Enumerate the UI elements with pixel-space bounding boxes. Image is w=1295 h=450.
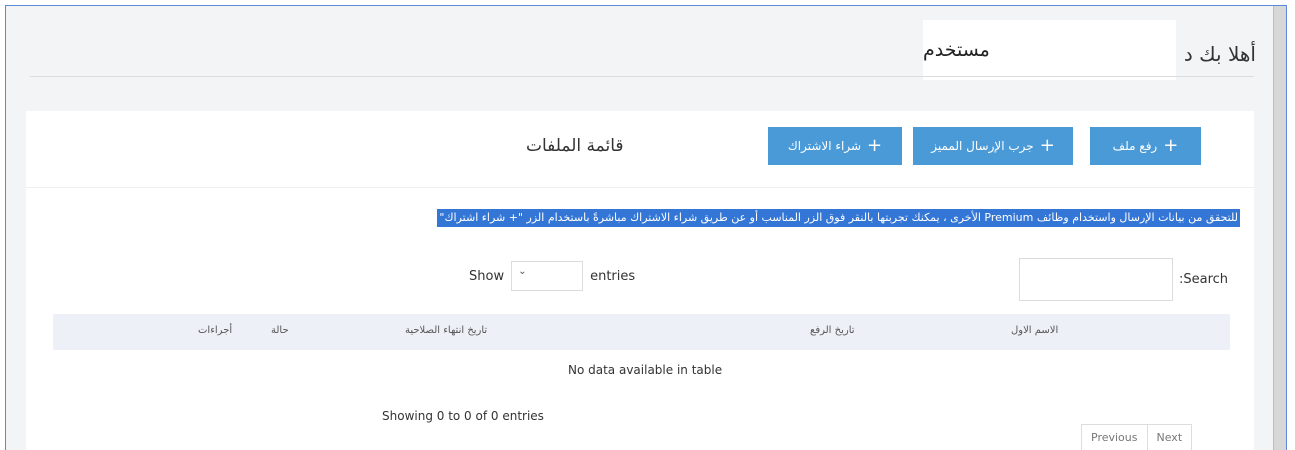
empty-table-message: No data available in table (568, 363, 723, 377)
show-label: Show (469, 268, 505, 284)
buy-subscription-button[interactable]: + شراء الاشتراك (768, 127, 902, 165)
chevron-down-icon: ⌄ (518, 266, 527, 277)
try-premium-label: جرب الإرسال المميز (931, 139, 1034, 153)
search-label: :Search (1179, 272, 1229, 287)
previous-page-button[interactable]: Previous (1082, 425, 1147, 450)
entries-length-control: Show ⌄ entries (469, 261, 635, 291)
buy-subscription-label: شراء الاشتراك (787, 139, 862, 153)
column-header-first-name[interactable]: الاسم الاول (1011, 325, 1058, 336)
page-frame: أهلا بك د مستخدم قائمة الملفات + شراء ال… (5, 5, 1287, 450)
column-header-status[interactable]: حالة (271, 325, 289, 336)
table-header: الاسم الاول تاريخ الرفع تاريخ انتهاء الص… (53, 314, 1230, 350)
user-name: مستخدم (923, 39, 990, 61)
premium-notice: للتحقق من بيانات الإرسال واستخدام وظائف … (437, 209, 1240, 227)
plus-icon: + (1163, 135, 1179, 156)
page-title: قائمة الملفات (526, 136, 624, 156)
header-divider (30, 76, 1254, 77)
column-header-actions[interactable]: أجراءات (198, 325, 232, 336)
plus-icon: + (867, 135, 883, 156)
table-info: Showing 0 to 0 of 0 entries (382, 409, 544, 423)
user-name-box: مستخدم (923, 20, 1176, 80)
upload-file-label: رفع ملف (1112, 139, 1158, 153)
search-control: :Search (1019, 258, 1228, 301)
card-header: قائمة الملفات + شراء الاشتراك + جرب الإر… (26, 111, 1254, 188)
scrollbar[interactable] (1273, 6, 1286, 450)
column-header-upload-date[interactable]: تاريخ الرفع (810, 325, 855, 336)
column-header-expiry-date[interactable]: تاريخ انتهاء الصلاحية (405, 325, 487, 336)
welcome-text: أهلا بك د (1183, 42, 1256, 66)
entries-select[interactable]: ⌄ (511, 261, 584, 291)
upload-file-button[interactable]: + رفع ملف (1090, 127, 1201, 165)
plus-icon: + (1039, 135, 1055, 156)
search-input[interactable] (1019, 258, 1173, 301)
try-premium-button[interactable]: + جرب الإرسال المميز (913, 127, 1073, 165)
entries-label: entries (590, 268, 636, 284)
pagination: Previous Next (1081, 424, 1193, 450)
next-page-button[interactable]: Next (1146, 425, 1192, 450)
files-card: قائمة الملفات + شراء الاشتراك + جرب الإر… (26, 111, 1254, 450)
